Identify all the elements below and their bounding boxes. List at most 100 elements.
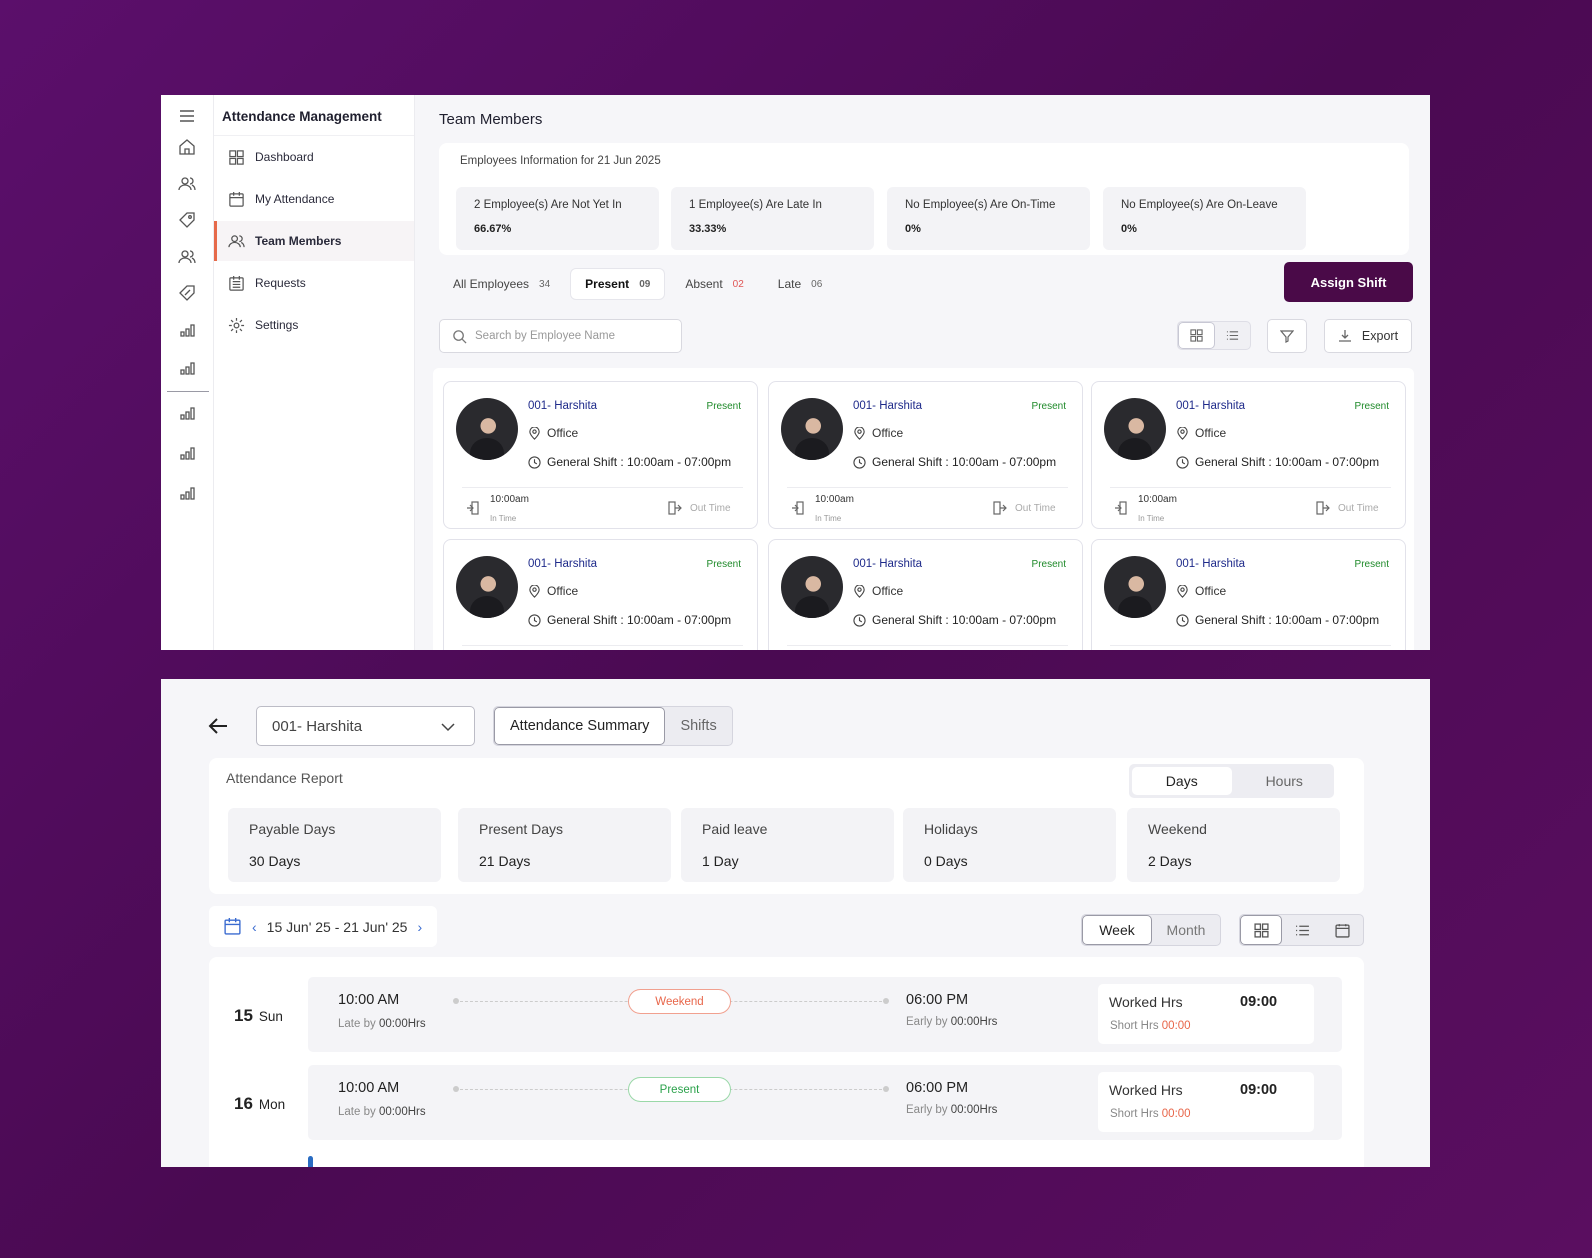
out-door-icon xyxy=(668,501,682,515)
stat-card: 1 Employee(s) Are Late In 33.33% xyxy=(671,187,874,250)
employee-card[interactable]: 001- Harshita Present Office General Shi… xyxy=(443,381,758,529)
in-door-icon xyxy=(467,501,479,515)
users-icon[interactable] xyxy=(178,175,196,193)
employee-name[interactable]: 001- Harshita xyxy=(1176,558,1245,570)
out-time: 06:00 PM xyxy=(906,1080,969,1096)
tab-label: Present xyxy=(585,277,630,291)
sidebar-item-label: My Attendance xyxy=(255,192,335,206)
bar-chart-icon[interactable] xyxy=(178,321,196,339)
employee-card[interactable]: 001- Harshita Present Office General Shi… xyxy=(1091,539,1406,650)
in-time-label: In Time xyxy=(1138,514,1165,523)
status-badge: Present xyxy=(628,1077,731,1102)
location-pin-icon xyxy=(854,426,865,440)
avatar xyxy=(781,398,843,460)
tab-shifts[interactable]: Shifts xyxy=(665,707,731,745)
grid-view-button[interactable] xyxy=(1240,915,1283,945)
divider xyxy=(787,645,1068,646)
month-toggle[interactable]: Month xyxy=(1152,915,1220,945)
day-row[interactable]: 15 Sun 10:00 AM Late by 00:00Hrs Weekend … xyxy=(209,977,1364,1052)
location-pin-icon xyxy=(1177,426,1188,440)
assign-shift-button[interactable]: Assign Shift xyxy=(1284,262,1413,302)
sidebar-item-requests[interactable]: Requests xyxy=(214,263,414,303)
timeline-dot xyxy=(453,998,459,1004)
late-by: Late by 00:00Hrs xyxy=(338,1018,426,1030)
list-view-button[interactable] xyxy=(1282,915,1322,945)
employee-card[interactable]: 001- Harshita Present Office General Shi… xyxy=(443,539,758,650)
employee-card[interactable]: 001- Harshita Present Office General Shi… xyxy=(768,381,1083,529)
report-stat-value: 21 Days xyxy=(479,853,531,869)
days-toggle[interactable]: Days xyxy=(1132,767,1232,795)
back-arrow-icon[interactable] xyxy=(207,715,229,737)
view-mode-toggle xyxy=(1239,914,1364,946)
chevron-left-icon[interactable]: ‹ xyxy=(252,919,257,935)
employee-card[interactable]: 001- Harshita Present Office General Shi… xyxy=(1091,381,1406,529)
bar-chart-icon[interactable] xyxy=(178,444,196,462)
employee-name[interactable]: 001- Harshita xyxy=(853,558,922,570)
menu-icon[interactable] xyxy=(178,107,196,125)
calendar-icon xyxy=(224,918,241,935)
tab-attendance-summary[interactable]: Attendance Summary xyxy=(494,707,666,745)
team-icon[interactable] xyxy=(178,248,196,266)
employee-select[interactable]: 001- Harshita xyxy=(256,706,475,746)
out-time-label: Out Time xyxy=(1338,503,1379,514)
home-icon[interactable] xyxy=(178,138,196,156)
tab-present[interactable]: Present 09 xyxy=(570,268,666,300)
stat-text: 1 Employee(s) Are Late In xyxy=(689,199,822,211)
stat-card: No Employee(s) Are On-Leave 0% xyxy=(1103,187,1306,250)
early-by: Early by 00:00Hrs xyxy=(906,1016,997,1028)
main-content: Team Members Employees Information for 2… xyxy=(415,95,1430,650)
hours-toggle[interactable]: Hours xyxy=(1235,764,1335,798)
sidebar-item-label: Dashboard xyxy=(255,150,314,164)
download-icon xyxy=(1338,330,1351,342)
worked-value: 09:00 xyxy=(1240,1082,1278,1098)
grid-view-button[interactable] xyxy=(1178,322,1215,349)
discount-tag-icon[interactable] xyxy=(178,284,196,302)
sidebar-item-my-attendance[interactable]: My Attendance xyxy=(214,179,414,219)
calendar-view-button[interactable] xyxy=(1323,915,1363,945)
employee-name[interactable]: 001- Harshita xyxy=(528,558,597,570)
tab-all-employees[interactable]: All Employees 34 xyxy=(439,268,564,300)
view-toggle xyxy=(1177,321,1251,350)
filter-button[interactable] xyxy=(1267,319,1307,353)
report-stat-value: 2 Days xyxy=(1148,853,1192,869)
employee-name[interactable]: 001- Harshita xyxy=(1176,400,1245,412)
tag-icon[interactable] xyxy=(178,211,196,229)
period-toggle: Week Month xyxy=(1081,914,1221,946)
day-row[interactable]: 16 Mon 10:00 AM Late by 00:00Hrs Present … xyxy=(209,1065,1364,1140)
employee-name[interactable]: 001- Harshita xyxy=(528,400,597,412)
employee-card[interactable]: 001- Harshita Present Office General Shi… xyxy=(768,539,1083,650)
day-number: 16 Mon xyxy=(234,1094,285,1114)
tab-count: 34 xyxy=(539,278,551,290)
early-label: Early by xyxy=(906,1016,948,1028)
export-button[interactable]: Export xyxy=(1324,319,1412,353)
tab-absent[interactable]: Absent 02 xyxy=(671,268,757,300)
search-input[interactable]: Search by Employee Name xyxy=(439,319,682,353)
in-time: 10:00am xyxy=(815,494,854,505)
page-title: Team Members xyxy=(439,111,543,128)
bar-chart-icon[interactable] xyxy=(178,404,196,422)
week-toggle[interactable]: Week xyxy=(1082,915,1152,945)
shift: General Shift : 10:00am - 07:00pm xyxy=(1176,455,1379,469)
sidebar-item-settings[interactable]: Settings xyxy=(214,305,414,345)
bar-chart-icon[interactable] xyxy=(178,359,196,377)
report-stat-label: Payable Days xyxy=(249,821,336,837)
location: Office xyxy=(528,584,578,598)
chevron-right-icon[interactable]: › xyxy=(417,919,422,935)
list-view-button[interactable] xyxy=(1215,322,1250,349)
bar-chart-icon[interactable] xyxy=(178,484,196,502)
gear-icon xyxy=(228,317,245,333)
divider xyxy=(214,135,414,136)
status-badge: Weekend xyxy=(628,989,731,1014)
early-by: Early by 00:00Hrs xyxy=(906,1104,997,1116)
employee-info-box: Employees Information for 21 Jun 2025 2 … xyxy=(439,143,1409,255)
grid-icon xyxy=(1254,922,1269,938)
sidebar-item-team-members[interactable]: Team Members xyxy=(214,221,414,261)
unit-toggle: Days Hours xyxy=(1129,764,1334,798)
location: Office xyxy=(853,584,903,598)
late-label: Late by xyxy=(338,1106,376,1118)
employee-name[interactable]: 001- Harshita xyxy=(853,400,922,412)
date-range-picker[interactable]: ‹ 15 Jun' 25 - 21 Jun' 25 › xyxy=(209,906,437,947)
tab-late[interactable]: Late 06 xyxy=(764,268,836,300)
stat-value: 66.67% xyxy=(474,223,512,235)
sidebar-item-dashboard[interactable]: Dashboard xyxy=(214,137,414,177)
